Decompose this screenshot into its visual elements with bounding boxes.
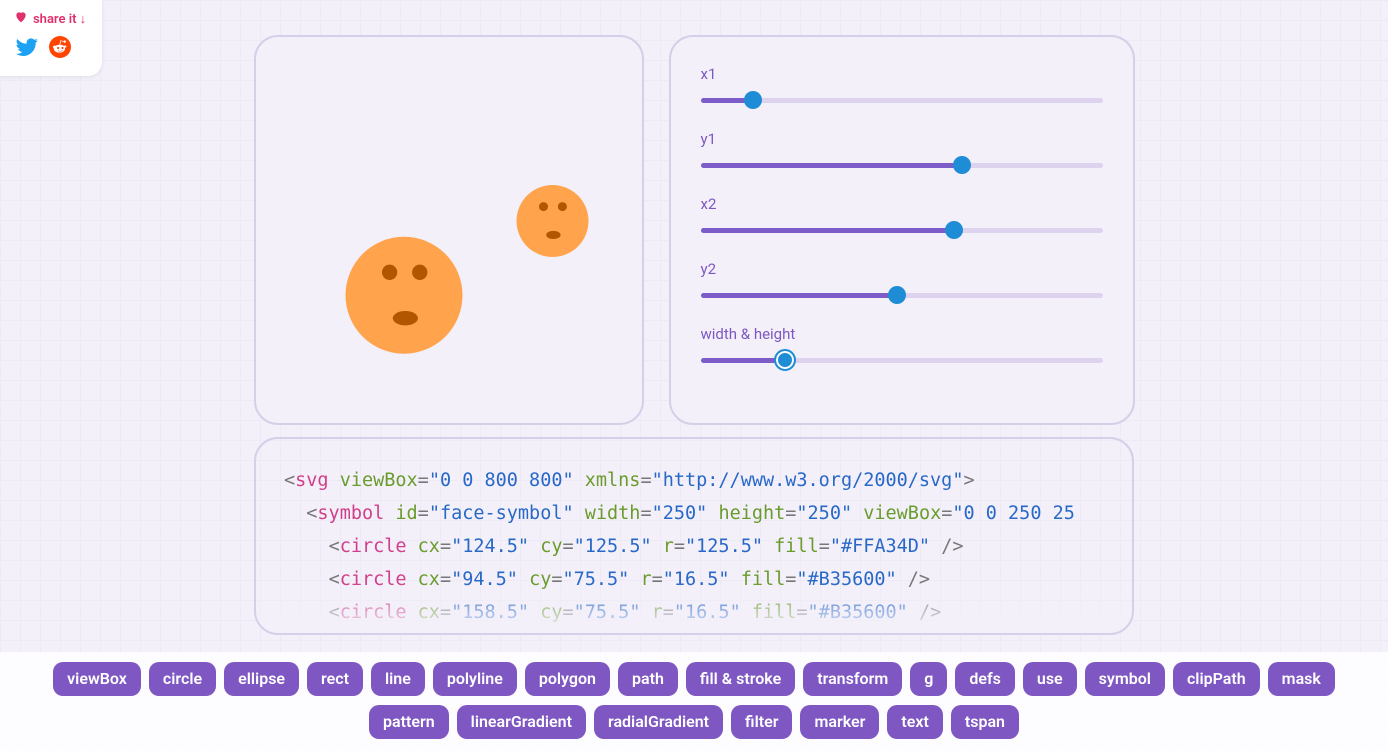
slider-track[interactable]: [701, 222, 1103, 238]
tag-radialgradient[interactable]: radialGradient: [594, 705, 723, 739]
slider-y2: y2: [701, 260, 1103, 303]
slider-label: width & height: [701, 325, 1103, 343]
tag-ellipse[interactable]: ellipse: [224, 662, 299, 696]
tag-tspan[interactable]: tspan: [951, 705, 1019, 739]
tag-filter[interactable]: filter: [731, 705, 792, 739]
face-big: [345, 237, 462, 354]
tag-transform[interactable]: transform: [803, 662, 902, 696]
sliders-panel: x1 y1 x2 y2 width & height: [669, 35, 1135, 425]
slider-label: y1: [701, 130, 1103, 148]
code-line: <circle cx="158.5" cy="75.5" r="16.5" fi…: [284, 597, 1104, 630]
code-line: <circle cx="94.5" cy="75.5" r="16.5" fil…: [284, 564, 1104, 597]
slider-thumb[interactable]: [953, 156, 971, 174]
tag-polyline[interactable]: polyline: [433, 662, 517, 696]
tag-rect[interactable]: rect: [307, 662, 363, 696]
svg-preview-panel: [254, 35, 644, 425]
tag-symbol[interactable]: symbol: [1085, 662, 1165, 696]
slider-label: x1: [701, 65, 1103, 83]
slider-x1: x1: [701, 65, 1103, 108]
tag-marker[interactable]: marker: [800, 705, 879, 739]
slider-label: x2: [701, 195, 1103, 213]
slider-label: y2: [701, 260, 1103, 278]
tags-bar: viewBoxcircleellipserectlinepolylinepoly…: [0, 652, 1388, 751]
slider-thumb[interactable]: [744, 91, 762, 109]
heart-icon: [14, 10, 28, 28]
tag-line[interactable]: line: [371, 662, 425, 696]
tag-use[interactable]: use: [1023, 662, 1077, 696]
tag-g[interactable]: g: [910, 662, 947, 696]
preview-svg: [269, 50, 629, 410]
reddit-icon[interactable]: [48, 35, 72, 63]
tag-path[interactable]: path: [618, 662, 678, 696]
tag-mask[interactable]: mask: [1268, 662, 1335, 696]
tag-pattern[interactable]: pattern: [369, 705, 449, 739]
twitter-icon[interactable]: [14, 34, 40, 64]
tag-clippath[interactable]: clipPath: [1173, 662, 1260, 696]
slider-width-height: width & height: [701, 325, 1103, 368]
share-label: share it ↓: [14, 10, 86, 28]
slider-thumb[interactable]: [774, 349, 796, 371]
tag-fill-stroke[interactable]: fill & stroke: [686, 662, 795, 696]
slider-y1: y1: [701, 130, 1103, 173]
slider-track[interactable]: [701, 352, 1103, 368]
slider-thumb[interactable]: [888, 286, 906, 304]
tag-defs[interactable]: defs: [955, 662, 1015, 696]
tag-circle[interactable]: circle: [149, 662, 216, 696]
tag-viewbox[interactable]: viewBox: [53, 662, 141, 696]
slider-track[interactable]: [701, 287, 1103, 303]
code-panel: <svg viewBox="0 0 800 800" xmlns="http:/…: [254, 437, 1134, 635]
code-line: <symbol id="face-symbol" width="250" hei…: [284, 498, 1104, 531]
tag-polygon[interactable]: polygon: [525, 662, 610, 696]
tag-text[interactable]: text: [887, 705, 942, 739]
code-line: <svg viewBox="0 0 800 800" xmlns="http:/…: [284, 465, 1104, 498]
code-line: <circle cx="124.5" cy="125.5" r="125.5" …: [284, 531, 1104, 564]
tag-lineargradient[interactable]: linearGradient: [457, 705, 586, 739]
slider-x2: x2: [701, 195, 1103, 238]
face-small: [516, 185, 588, 257]
share-widget: share it ↓: [0, 0, 102, 76]
slider-thumb[interactable]: [945, 221, 963, 239]
slider-track[interactable]: [701, 92, 1103, 108]
slider-track[interactable]: [701, 157, 1103, 173]
